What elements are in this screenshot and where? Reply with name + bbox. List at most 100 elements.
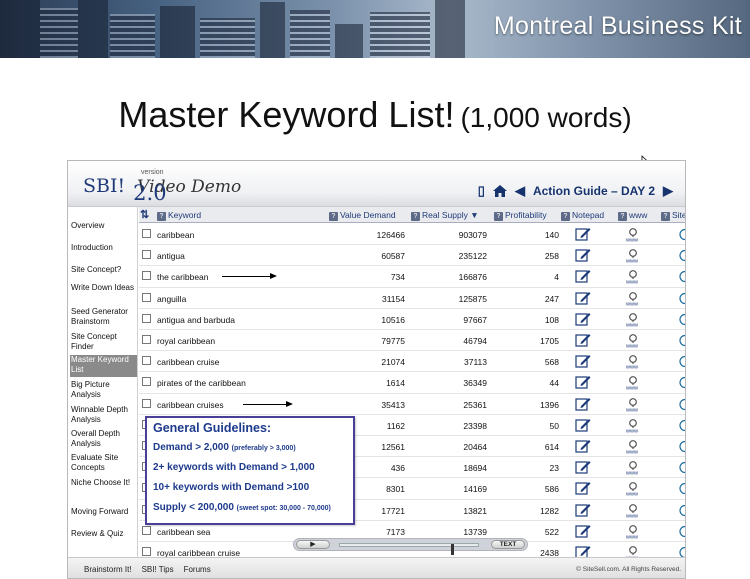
www-search-icon[interactable]: www <box>625 460 643 475</box>
site-icon[interactable] <box>676 546 686 557</box>
table-row[interactable]: caribbean cruises 35413 25361 1396 www <box>139 394 686 415</box>
previous-day-icon[interactable]: ◀ <box>515 183 525 199</box>
notepad-icon[interactable] <box>575 397 591 411</box>
row-checkbox[interactable] <box>142 313 151 323</box>
col-real-supply[interactable]: ? Real Supply ▼ <box>411 210 479 221</box>
col-site[interactable]: ? Site <box>661 210 685 221</box>
sidebar-item-write-down-ideas[interactable]: Write Down Ideas <box>70 283 137 293</box>
sidebar-item-niche-choose[interactable]: Niche Choose It! <box>70 478 137 488</box>
row-checkbox[interactable] <box>142 356 151 366</box>
sidebar-item-big-picture[interactable]: Big Picture Analysis <box>70 380 137 400</box>
col-keyword[interactable]: ? Keyword <box>157 210 201 221</box>
site-icon[interactable] <box>676 440 686 453</box>
www-search-icon[interactable]: www <box>625 354 643 369</box>
col-notepad[interactable]: ? Notepad <box>561 210 604 221</box>
www-search-icon[interactable]: www <box>625 269 643 284</box>
footer-link-brainstorm[interactable]: Brainstorm It! <box>84 565 132 574</box>
site-icon[interactable] <box>676 249 686 262</box>
phone-icon[interactable]: ▯ <box>478 183 485 199</box>
play-button[interactable]: ▶ <box>296 540 330 549</box>
site-icon[interactable] <box>676 292 686 305</box>
row-checkbox[interactable] <box>142 547 151 556</box>
site-icon[interactable] <box>676 504 686 517</box>
sidebar-item-site-concept-finder[interactable]: Site Concept Finder <box>70 332 137 352</box>
row-checkbox[interactable] <box>142 335 151 344</box>
sidebar-item-seed-generator[interactable]: Seed Generator Brainstorm <box>70 307 137 327</box>
sidebar-item-introduction[interactable]: Introduction <box>70 243 137 253</box>
notepad-icon[interactable] <box>575 269 591 283</box>
next-day-icon[interactable]: ▶ <box>663 183 673 199</box>
notepad-icon[interactable] <box>575 460 591 474</box>
site-icon[interactable] <box>676 270 686 283</box>
sidebar-item-winnable-depth[interactable]: Winnable Depth Analysis <box>70 405 137 425</box>
site-icon[interactable] <box>676 334 686 347</box>
col-www[interactable]: ? www <box>618 210 647 221</box>
www-search-icon[interactable]: www <box>625 524 643 539</box>
www-search-icon[interactable]: www <box>625 291 643 306</box>
www-search-icon[interactable]: www <box>625 248 643 263</box>
footer-link-forums[interactable]: Forums <box>184 565 211 574</box>
site-icon[interactable] <box>676 398 686 411</box>
www-search-icon[interactable]: www <box>625 503 643 518</box>
row-checkbox[interactable] <box>142 377 151 387</box>
table-row[interactable]: caribbean 126466 903079 140 www <box>139 224 686 246</box>
site-icon[interactable] <box>676 228 686 241</box>
row-checkbox[interactable] <box>142 271 151 281</box>
www-search-icon[interactable]: www <box>625 545 643 557</box>
site-icon[interactable] <box>676 313 686 326</box>
row-checkbox[interactable] <box>142 398 151 408</box>
site-icon[interactable] <box>676 482 686 495</box>
notepad-icon[interactable] <box>575 375 591 389</box>
row-checkbox[interactable] <box>142 250 151 260</box>
sort-icon[interactable]: ⇅ <box>140 208 149 221</box>
table-row[interactable]: antigua and barbuda 10516 97667 108 www <box>139 309 686 330</box>
sidebar-item-overall-depth[interactable]: Overall Depth Analysis <box>70 429 137 449</box>
notepad-icon[interactable] <box>575 333 591 347</box>
site-icon[interactable] <box>676 419 686 432</box>
www-search-icon[interactable]: www <box>625 333 643 348</box>
notepad-icon[interactable] <box>575 291 591 305</box>
notepad-icon[interactable] <box>575 481 591 495</box>
site-icon[interactable] <box>676 525 686 538</box>
site-icon[interactable] <box>676 355 686 368</box>
sidebar-item-review-quiz[interactable]: Review & Quiz <box>70 529 137 539</box>
sidebar-item-overview[interactable]: Overview <box>70 221 137 231</box>
sidebar-item-site-concept[interactable]: Site Concept? <box>70 265 137 275</box>
notepad-icon[interactable] <box>575 439 591 453</box>
notepad-icon[interactable] <box>575 418 591 432</box>
notepad-icon[interactable] <box>575 312 591 326</box>
progress-thumb[interactable] <box>451 544 454 555</box>
home-icon[interactable] <box>492 185 507 197</box>
www-search-icon[interactable]: www <box>625 375 643 390</box>
sidebar-item-moving-forward[interactable]: Moving Forward <box>70 507 137 517</box>
table-row[interactable]: antigua 60587 235122 258 www <box>139 245 686 267</box>
table-row[interactable]: royal caribbean 79775 46794 1705 www <box>139 330 686 352</box>
footer-link-sbi-tips[interactable]: SBI! Tips <box>142 565 174 574</box>
www-search-icon[interactable]: www <box>625 418 643 433</box>
row-checkbox[interactable] <box>142 292 151 302</box>
col-value-demand[interactable]: ? Value Demand <box>329 210 396 221</box>
www-search-icon[interactable]: www <box>625 227 643 242</box>
text-button[interactable]: TEXT <box>491 540 525 549</box>
table-row[interactable]: anguilla 31154 125875 247 www <box>139 288 686 309</box>
notepad-icon[interactable] <box>575 503 591 517</box>
notepad-icon[interactable] <box>575 524 591 538</box>
notepad-icon[interactable] <box>575 248 591 262</box>
col-profitability[interactable]: ? Profitability <box>494 210 547 221</box>
notepad-icon[interactable] <box>575 227 591 241</box>
sidebar-item-master-keyword-list[interactable]: Master Keyword List <box>70 355 137 377</box>
row-checkbox[interactable] <box>142 229 151 238</box>
table-row[interactable]: caribbean cruise 21074 37113 568 www <box>139 351 686 373</box>
notepad-icon[interactable] <box>575 354 591 368</box>
notepad-icon[interactable] <box>575 545 591 557</box>
www-search-icon[interactable]: www <box>625 312 643 327</box>
www-search-icon[interactable]: www <box>625 439 643 454</box>
site-icon[interactable] <box>676 461 686 474</box>
www-search-icon[interactable]: www <box>625 397 643 412</box>
sidebar-item-evaluate[interactable]: Evaluate Site Concepts <box>70 453 137 473</box>
table-row[interactable]: pirates of the caribbean 1614 36349 44 www <box>139 372 686 394</box>
site-icon[interactable] <box>676 376 686 389</box>
progress-track[interactable] <box>339 543 479 555</box>
www-search-icon[interactable]: www <box>625 481 643 496</box>
row-checkbox[interactable] <box>142 525 151 535</box>
